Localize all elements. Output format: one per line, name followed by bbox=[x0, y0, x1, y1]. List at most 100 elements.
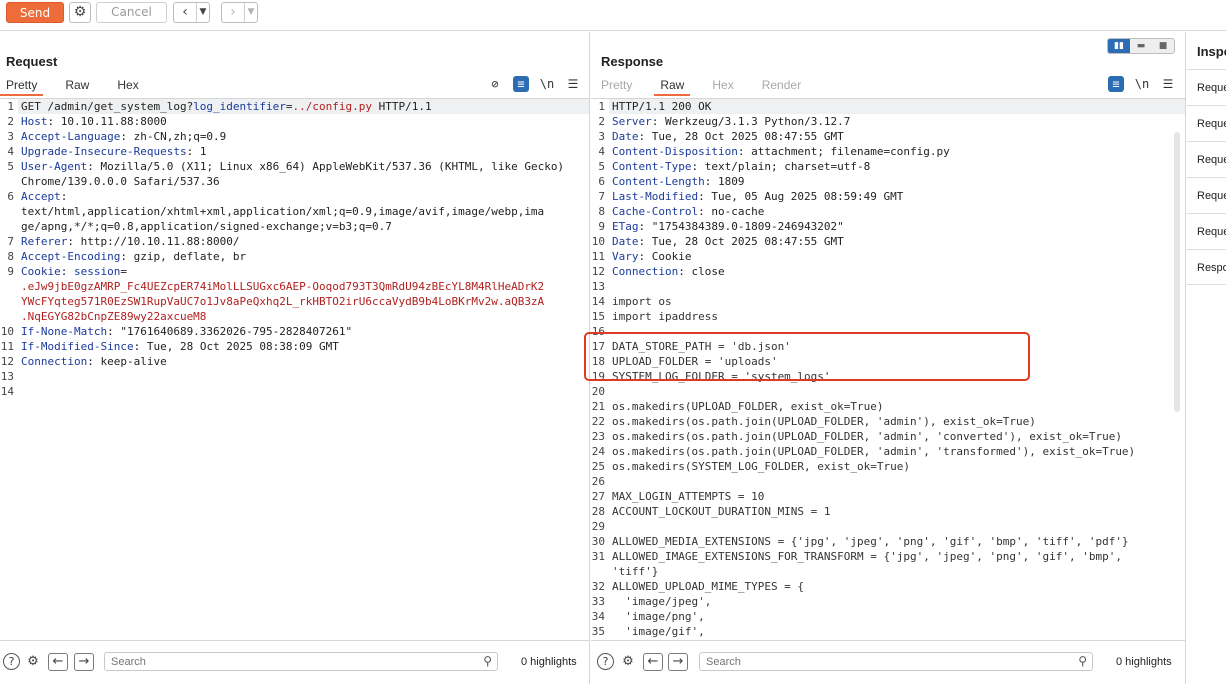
response-title: Response bbox=[601, 54, 664, 69]
tab-hex[interactable]: Hex bbox=[111, 76, 144, 96]
code-line: 33 'image/jpeg', bbox=[591, 594, 1185, 609]
request-search[interactable]: ⚲ bbox=[104, 652, 498, 671]
wrap-icon[interactable]: ≡ bbox=[1108, 76, 1124, 92]
line-number: 5 bbox=[598, 160, 605, 173]
line-number: 32 bbox=[591, 580, 605, 593]
tab-pretty[interactable]: Pretty bbox=[595, 76, 638, 96]
line-number: 3 bbox=[598, 130, 605, 143]
line-number: 4 bbox=[7, 145, 14, 158]
menu-icon[interactable]: ☰ bbox=[560, 76, 586, 92]
code-line: 29 bbox=[591, 519, 1185, 534]
code-line: 9 Cookie: session= bbox=[0, 264, 589, 279]
inspector-item[interactable]: Reque bbox=[1187, 213, 1226, 249]
search-icon: ⚲ bbox=[1078, 654, 1087, 668]
line-number: 21 bbox=[591, 400, 605, 413]
line-content bbox=[18, 369, 589, 384]
layout-toggle[interactable]: ▮▮ ▬ ■ bbox=[1107, 38, 1175, 54]
code-line: 32 ALLOWED_UPLOAD_MIME_TYPES = { bbox=[591, 579, 1185, 594]
code-line: 30 ALLOWED_MEDIA_EXTENSIONS = {'jpg', 'jp… bbox=[591, 534, 1185, 549]
line-content: Chrome/139.0.0.0 Safari/537.36 bbox=[21, 175, 220, 188]
inspector-item[interactable]: Reque bbox=[1187, 69, 1226, 105]
line-number: 9 bbox=[7, 265, 14, 278]
response-search[interactable]: ⚲ bbox=[699, 652, 1093, 671]
code-line: 8 Accept-Encoding: gzip, deflate, br bbox=[0, 249, 589, 264]
chevron-left-icon[interactable]: ‹ bbox=[174, 3, 196, 22]
newline-icon[interactable]: \n bbox=[1129, 76, 1155, 92]
line-number bbox=[0, 309, 18, 324]
line-number: 9 bbox=[598, 220, 605, 233]
inspector-item[interactable]: Reque bbox=[1187, 177, 1226, 213]
code-line: 21 os.makedirs(UPLOAD_FOLDER, exist_ok=Tr… bbox=[591, 399, 1185, 414]
code-line: 26 bbox=[591, 474, 1185, 489]
line-number bbox=[0, 294, 18, 309]
line-number: 1 bbox=[598, 100, 605, 113]
chevron-down-icon[interactable]: ▼ bbox=[244, 3, 257, 22]
code-line: 8 Cache-Control: no-cache bbox=[591, 204, 1185, 219]
arrow-right-icon[interactable]: → bbox=[668, 653, 688, 671]
code-line: YWcFYqteg571R0EzSW1RupVaUC7o1Jv8aPeQxhq2… bbox=[0, 294, 589, 309]
line-number: 3 bbox=[7, 130, 14, 143]
line-number: 13 bbox=[0, 370, 14, 383]
search-input[interactable] bbox=[105, 653, 497, 670]
request-editor[interactable]: 1 GET /admin/get_system_log?log_identifie… bbox=[0, 98, 589, 640]
code-line: 6 Accept: bbox=[0, 189, 589, 204]
request-view-tools: ⊘ ≡ \n ☰ bbox=[482, 76, 586, 92]
split-horizontal-icon[interactable]: ▮▮ bbox=[1108, 39, 1130, 53]
history-forward-group[interactable]: › ▼ bbox=[221, 2, 258, 23]
line-number: 25 bbox=[591, 460, 605, 473]
history-back-group[interactable]: ‹ ▼ bbox=[173, 2, 210, 23]
line-number: 4 bbox=[598, 145, 605, 158]
gear-icon[interactable]: ⚙ bbox=[24, 653, 42, 671]
help-icon[interactable]: ? bbox=[597, 653, 614, 670]
code-line: 23 os.makedirs(os.path.join(UPLOAD_FOLDER… bbox=[591, 429, 1185, 444]
line-content: Vary: Cookie bbox=[612, 250, 692, 263]
line-content: Content-Disposition: attachment; filenam… bbox=[612, 145, 950, 158]
send-button[interactable]: Send bbox=[6, 2, 64, 23]
code-line: 10 Date: Tue, 28 Oct 2025 08:47:55 GMT bbox=[591, 234, 1185, 249]
line-number bbox=[0, 174, 18, 189]
chevron-right-icon[interactable]: › bbox=[222, 3, 244, 22]
code-line: 1 GET /admin/get_system_log?log_identifie… bbox=[0, 99, 589, 114]
line-number: 5 bbox=[7, 160, 14, 173]
split-vertical-icon[interactable]: ▬ bbox=[1130, 39, 1152, 53]
inspector-item[interactable]: Respo bbox=[1187, 249, 1226, 285]
tab-render[interactable]: Render bbox=[756, 76, 807, 96]
line-number: 33 bbox=[591, 595, 605, 608]
gear-icon[interactable]: ⚙ bbox=[69, 2, 91, 23]
response-scrollbar[interactable] bbox=[1174, 132, 1180, 412]
line-number bbox=[0, 279, 18, 294]
tab-hex[interactable]: Hex bbox=[706, 76, 739, 96]
eye-off-icon[interactable]: ⊘ bbox=[482, 76, 508, 92]
code-line: 5 Content-Type: text/plain; charset=utf-8 bbox=[591, 159, 1185, 174]
code-line: 14 bbox=[0, 384, 589, 399]
line-content: GET /admin/get_system_log?log_identifier… bbox=[18, 99, 589, 114]
inspector-item[interactable]: Reque bbox=[1187, 141, 1226, 177]
request-title: Request bbox=[6, 54, 58, 69]
search-input[interactable] bbox=[700, 653, 1092, 670]
line-content: ALLOWED_UPLOAD_MIME_TYPES = { bbox=[612, 580, 805, 593]
menu-icon[interactable]: ☰ bbox=[1155, 76, 1181, 92]
arrow-left-icon[interactable]: ← bbox=[643, 653, 663, 671]
gear-icon[interactable]: ⚙ bbox=[619, 653, 637, 671]
newline-icon[interactable]: \n bbox=[534, 76, 560, 92]
single-view-icon[interactable]: ■ bbox=[1152, 39, 1174, 53]
line-number: 12 bbox=[591, 265, 605, 278]
highlights-count: 0 highlights bbox=[521, 656, 577, 668]
tab-raw[interactable]: Raw bbox=[59, 76, 95, 96]
cancel-button[interactable]: Cancel bbox=[96, 2, 167, 23]
line-content: text/html,application/xhtml+xml,applicat… bbox=[21, 205, 545, 218]
code-line: 3 Date: Tue, 28 Oct 2025 08:47:55 GMT bbox=[591, 129, 1185, 144]
chevron-down-icon[interactable]: ▼ bbox=[196, 3, 209, 22]
help-icon[interactable]: ? bbox=[3, 653, 20, 670]
arrow-left-icon[interactable]: ← bbox=[48, 653, 68, 671]
tab-pretty[interactable]: Pretty bbox=[0, 76, 44, 96]
wrap-icon[interactable]: ≡ bbox=[513, 76, 529, 92]
code-line: 12 Connection: keep-alive bbox=[0, 354, 589, 369]
inspector-item[interactable]: Reque bbox=[1187, 105, 1226, 141]
tab-raw[interactable]: Raw bbox=[654, 76, 691, 96]
arrow-right-icon[interactable]: → bbox=[74, 653, 94, 671]
line-content: 'image/gif', bbox=[612, 625, 705, 638]
line-content bbox=[609, 519, 1185, 534]
code-line: 9 ETag: "1754384389.0-1809-246943202" bbox=[591, 219, 1185, 234]
code-line: 13 bbox=[591, 279, 1185, 294]
